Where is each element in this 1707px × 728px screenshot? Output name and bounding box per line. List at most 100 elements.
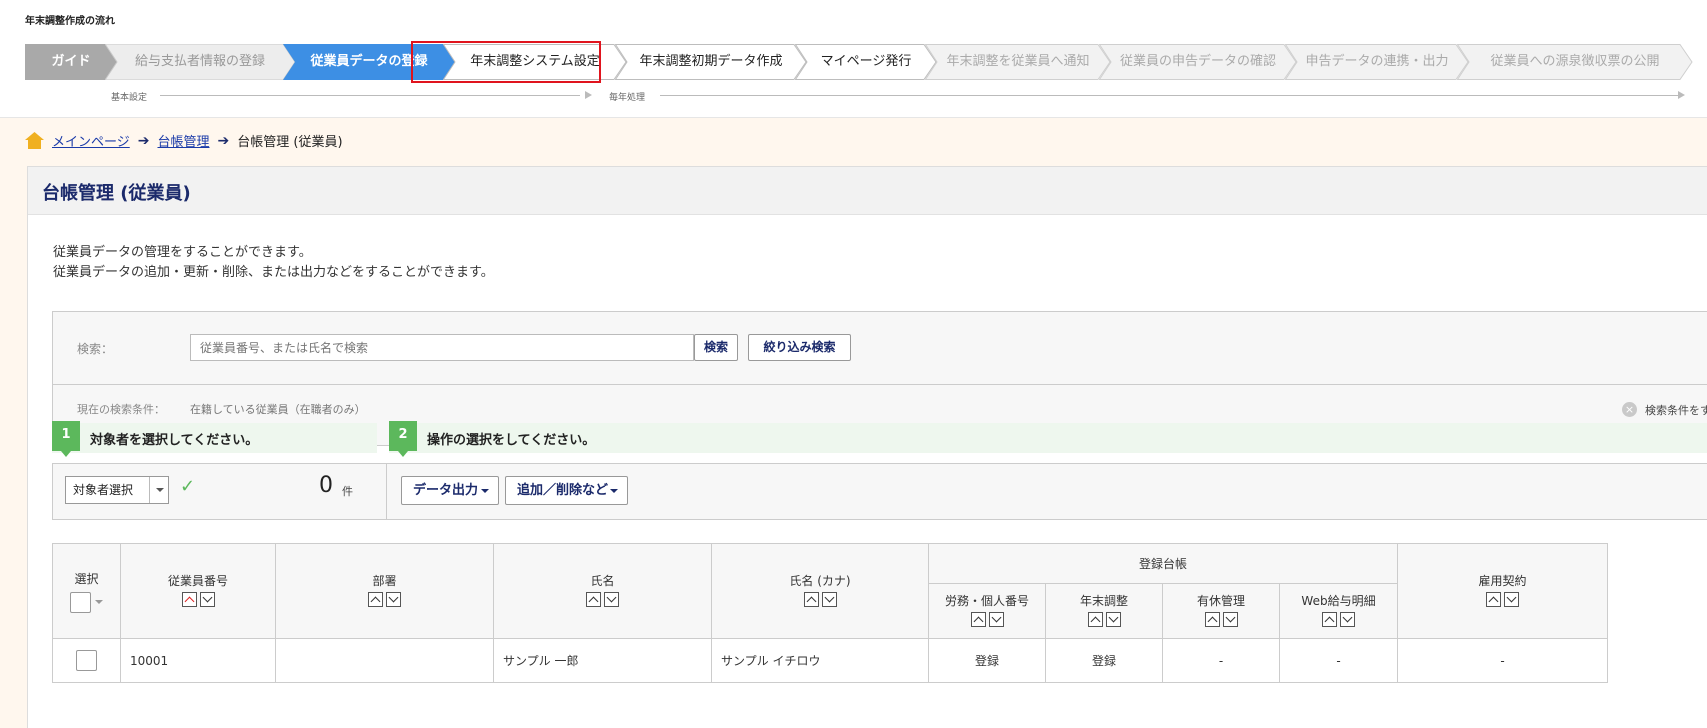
target-area: 対象者選択 ✓ 0 件 [53, 464, 387, 519]
search-row: 検索： 検索 絞り込み検索 [53, 312, 1707, 385]
operation-bar: 対象者選択 ✓ 0 件 データ出力 追加／削除など [52, 463, 1707, 520]
sort-up-icon[interactable] [1204, 612, 1220, 627]
step-2-label: 2 操作の選択をしてください。 [389, 421, 1707, 457]
flow-step-system-settings[interactable]: 年末調整システム設定 [443, 44, 627, 80]
sort-down-icon[interactable] [386, 592, 401, 607]
target-select-dropdown[interactable]: 対象者選択 [65, 476, 169, 504]
count-unit: 件 [342, 485, 353, 498]
cell-emp-no: 10001 [120, 638, 276, 683]
sort-down-icon[interactable] [821, 592, 837, 607]
sort-up-icon[interactable] [970, 612, 986, 627]
clear-icon[interactable]: × [1622, 402, 1637, 417]
cell-web-payslip: - [1279, 638, 1398, 683]
description-line-2: 従業員データの追加・更新・削除、または出力などをすることができます。 [53, 265, 494, 280]
ledger-panel: 台帳管理 (従業員) 従業員データの管理をすることができます。 従業員データの追… [27, 166, 1707, 728]
col-ledger-group: 登録台帳 [928, 543, 1398, 584]
flow-step-confirm[interactable]: 従業員の申告データの確認 [1099, 44, 1297, 80]
flow-steps: ガイド 給与支払者情報の登録 従業員データの登録 年末調整システム設定 年末調整… [25, 44, 1705, 80]
row-checkbox[interactable] [76, 650, 97, 671]
flow-header: 年末調整作成の流れ ガイド 給与支払者情報の登録 従業員データの登録 年末調整シ… [0, 0, 1707, 118]
col-emp-no: 従業員番号 [120, 543, 276, 639]
sort-down-icon[interactable] [199, 592, 215, 607]
chevron-down-icon[interactable] [95, 600, 103, 604]
target-select-label: 対象者選択 [73, 483, 134, 497]
breadcrumb-current: 台帳管理 (従業員) [237, 135, 343, 150]
col-web-payslip: Web給与明細 [1279, 583, 1398, 639]
select-all-checkbox[interactable] [70, 591, 91, 613]
phase-yearly-arrow [1678, 91, 1685, 99]
flow-step-export[interactable]: 申告データの連携・出力 [1285, 44, 1469, 80]
sort-up-icon[interactable] [1087, 612, 1103, 627]
flow-step-employee-data[interactable]: 従業員データの登録 [283, 44, 455, 80]
col-dept: 部署 [275, 543, 494, 639]
data-output-button[interactable]: データ出力 [401, 476, 499, 505]
phase-basic-label: 基本設定 [111, 93, 148, 103]
search-button[interactable]: 検索 [694, 334, 738, 361]
cell-contract: - [1397, 638, 1608, 683]
sort-up-icon[interactable] [368, 592, 383, 607]
sort-controls [181, 592, 215, 607]
check-icon: ✓ [180, 476, 196, 497]
phase-yearly-label: 毎年処理 [609, 93, 646, 103]
step-1-label: 1 対象者を選択してください。 [52, 421, 377, 457]
condition-label: 現在の検索条件： [77, 403, 165, 416]
cell-paid-leave: - [1162, 638, 1280, 683]
search-label: 検索： [77, 342, 114, 356]
sort-up-icon[interactable] [1322, 612, 1337, 627]
col-kana: 氏名 (カナ) [711, 543, 929, 639]
sort-up-icon[interactable] [1486, 592, 1501, 607]
home-icon [25, 132, 44, 149]
filter-search-button[interactable]: 絞り込み検索 [748, 334, 851, 361]
step-1-badge: 1 [52, 421, 80, 457]
employee-table: 選択 従業員番号 部署 氏名 氏名 (カナ) 登録台帳 雇用契約 労務・個人番号… [52, 543, 1608, 683]
col-contract: 雇用契約 [1397, 543, 1608, 639]
sort-up-icon[interactable] [586, 592, 601, 607]
caret-down-icon [610, 489, 618, 493]
phase-basic-line [160, 95, 580, 96]
breadcrumb: メインページ ➔ 台帳管理 ➔ 台帳管理 (従業員) [25, 131, 343, 150]
sort-down-icon[interactable] [988, 612, 1004, 627]
chevron-down-icon[interactable] [149, 477, 168, 503]
condition-value: 在籍している従業員（在職者のみ） [190, 403, 366, 416]
step-1-text: 対象者を選択してください。 [90, 433, 259, 448]
step-2-badge: 2 [389, 421, 417, 457]
description-line-1: 従業員データの管理をすることができます。 [53, 245, 312, 260]
flow-step-initial-data[interactable]: 年末調整初期データ作成 [615, 44, 807, 80]
col-labor: 労務・個人番号 [928, 583, 1046, 639]
row-select-cell [52, 638, 121, 683]
sort-down-icon[interactable] [1340, 612, 1355, 627]
flow-step-mypage[interactable]: マイページ発行 [795, 44, 937, 80]
col-name: 氏名 [493, 543, 712, 639]
phase-basic-arrow [585, 91, 592, 99]
col-select-label: 選択 [74, 571, 99, 586]
flow-step-notify[interactable]: 年末調整を従業員へ通知 [925, 44, 1111, 80]
cell-labor: 登録 [928, 638, 1046, 683]
cell-nenmatsu: 登録 [1045, 638, 1163, 683]
search-input[interactable] [190, 334, 694, 361]
step-2-text: 操作の選択をしてください。 [427, 433, 596, 448]
table-row[interactable]: 10001 サンプル 一郎 サンプル イチロウ 登録 登録 - - - [52, 638, 1608, 683]
sort-down-icon[interactable] [604, 592, 619, 607]
sort-up-icon[interactable] [803, 592, 819, 607]
flow-title: 年末調整作成の流れ [25, 16, 115, 27]
sort-down-icon[interactable] [1504, 592, 1519, 607]
breadcrumb-ledger-link[interactable]: 台帳管理 [157, 131, 209, 150]
breadcrumb-home-link[interactable]: メインページ [52, 131, 130, 150]
add-delete-button[interactable]: 追加／削除など [505, 476, 628, 505]
arrow-right-icon: ➔ [217, 132, 230, 149]
flow-step-publish[interactable]: 従業員への源泉徴収票の公開 [1457, 44, 1693, 80]
sort-up-icon[interactable] [181, 592, 197, 607]
cell-dept [275, 638, 494, 683]
col-paid-leave: 有休管理 [1162, 583, 1280, 639]
sort-down-icon[interactable] [1105, 612, 1121, 627]
flow-step-payer-info[interactable]: 給与支払者情報の登録 [105, 44, 295, 80]
flow-step-guide[interactable]: ガイド [25, 44, 117, 80]
page-title: 台帳管理 (従業員) [42, 183, 191, 204]
clear-all-link[interactable]: 検索条件をすべて解 [1645, 402, 1707, 418]
cell-name: サンプル 一郎 [493, 638, 712, 683]
col-select: 選択 [52, 543, 121, 639]
col-nenmatsu: 年末調整 [1045, 583, 1163, 639]
caret-down-icon [481, 489, 489, 493]
sort-down-icon[interactable] [1222, 612, 1238, 627]
phase-yearly-line [660, 95, 1678, 96]
